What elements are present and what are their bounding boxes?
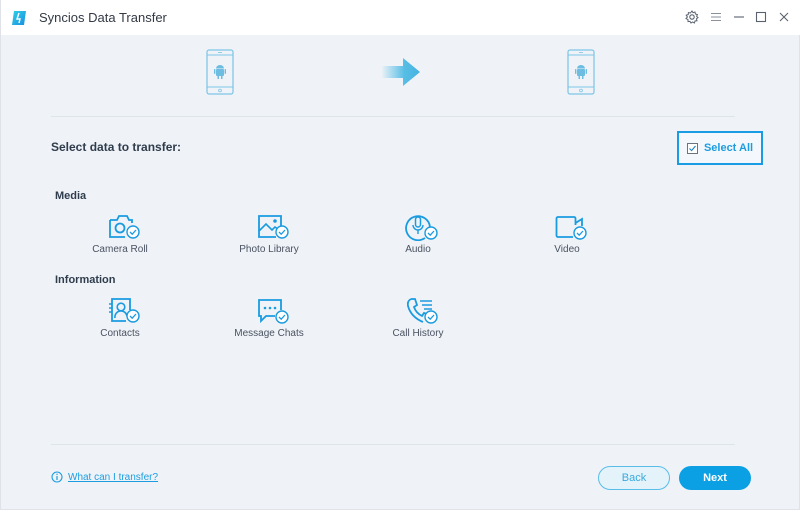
settings-icon [685,10,699,24]
contacts-icon [109,298,140,323]
camera-icon [109,215,140,239]
item-label: Message Chats [234,328,304,339]
close-button[interactable] [776,9,792,25]
item-contacts[interactable]: Contacts [65,297,175,347]
item-photo-library[interactable]: Photo Library [214,213,324,263]
minimize-button[interactable] [731,9,747,25]
maximize-button[interactable] [753,9,769,25]
item-video[interactable]: Video [512,213,622,263]
item-message-chats[interactable]: Message Chats [214,297,324,347]
settings-button[interactable] [684,9,700,25]
item-call-history[interactable]: Call History [363,297,473,347]
app-window: Syncios Data Transfer Select data to tra… [0,0,800,510]
group-title-information: Information [55,274,116,286]
microphone-icon [405,215,438,241]
item-label: Video [554,244,580,255]
group-title-media: Media [55,190,87,202]
help-link[interactable]: What can I transfer? [51,471,158,483]
transfer-arrow-icon [381,58,420,86]
item-label: Contacts [100,328,140,339]
item-label: Photo Library [239,244,299,255]
next-button[interactable]: Next [679,466,751,490]
source-android-phone-icon [206,49,234,95]
item-audio[interactable]: Audio [363,213,473,263]
close-icon [779,12,789,22]
syncios-logo-icon [12,11,26,25]
phone-call-icon [406,298,438,324]
chat-icon [258,299,289,324]
item-camera-roll[interactable]: Camera Roll [65,213,175,263]
bottom-divider [51,444,735,445]
maximize-icon [755,11,767,23]
item-label: Audio [405,244,431,255]
minimize-icon [734,16,744,18]
transfer-direction-banner [1,35,800,117]
help-link-text[interactable]: What can I transfer? [68,472,158,483]
title-bar: Syncios Data Transfer [1,0,800,35]
select-all-label: Select All [703,142,754,154]
select-all-button[interactable]: Select All [677,131,763,165]
menu-button[interactable] [708,9,724,25]
checkmark-icon [689,145,696,151]
app-title: Syncios Data Transfer [39,10,167,25]
photo-icon [258,215,289,239]
select-data-heading: Select data to transfer: [51,140,182,154]
item-label: Camera Roll [92,244,148,255]
back-button[interactable]: Back [598,466,670,490]
target-android-phone-icon [567,49,595,95]
select-all-checkbox[interactable] [686,142,698,154]
top-divider [51,116,735,117]
item-label: Call History [392,328,444,339]
video-icon [555,216,587,240]
info-icon [51,471,63,483]
menu-icon [711,12,721,22]
